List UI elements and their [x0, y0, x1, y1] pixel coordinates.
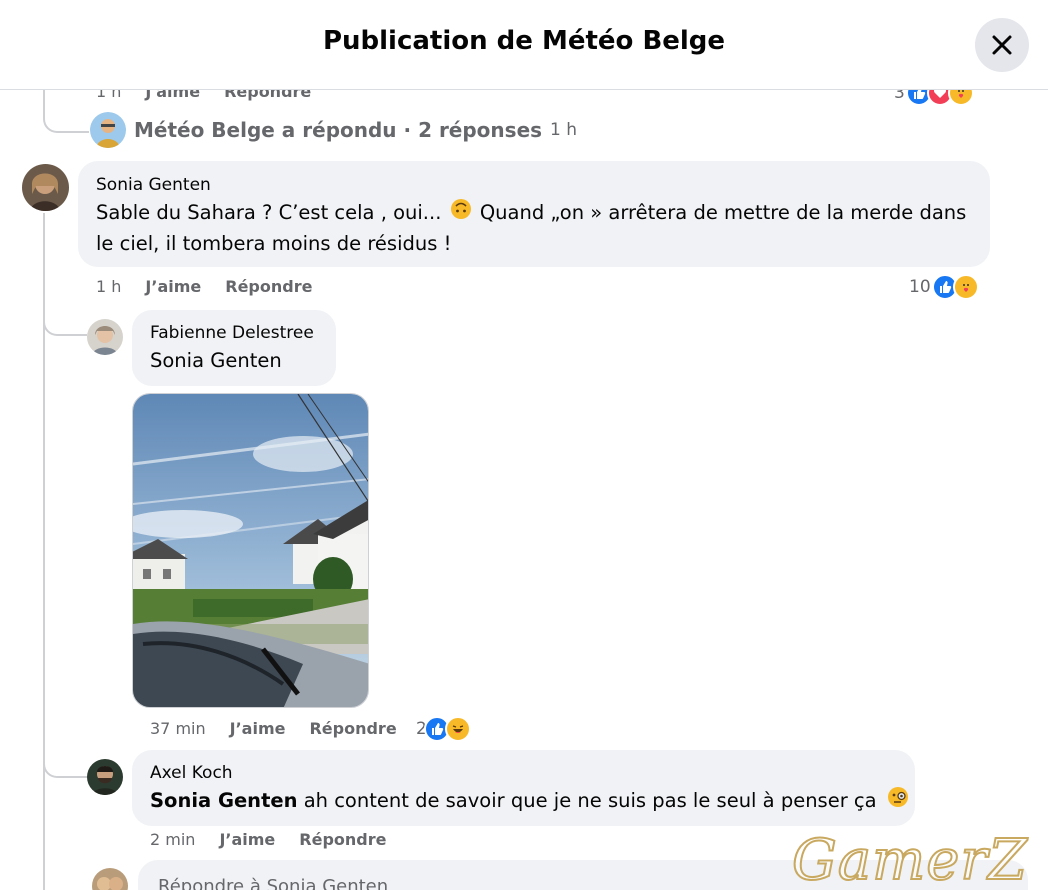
- comment-author[interactable]: Axel Koch: [150, 763, 233, 783]
- like-link[interactable]: J’aime: [145, 277, 201, 296]
- comment-bubble: Sonia Genten Sable du Sahara ? C’est cel…: [78, 161, 990, 267]
- comment-text: Sable du Sahara ? C’est cela , oui... Qu…: [96, 198, 976, 259]
- upside-down-face-emoji: [450, 198, 472, 229]
- view-replies-row[interactable]: Météo Belge a répondu · 2 réponses 1 h: [90, 112, 577, 148]
- watermark-logo: GamerZ: [791, 827, 1029, 890]
- replied-summary-text[interactable]: Météo Belge a répondu · 2 réponses: [134, 118, 542, 142]
- reply-link[interactable]: Répondre: [225, 277, 312, 296]
- reactions-summary[interactable]: 2: [416, 716, 471, 742]
- comment-bubble: Axel Koch Sonia Genten ah content de sav…: [132, 750, 915, 826]
- comment-bubble: Fabienne Delestree Sonia Genten: [132, 310, 336, 386]
- modal-title: Publication de Météo Belge: [322, 26, 726, 56]
- comments-scroll-area[interactable]: 1 h J'aime Répondre 3 Météo Belge a répo…: [0, 60, 1048, 890]
- comment-text: Sonia Genten ah content de savoir que je…: [150, 786, 909, 817]
- avatar[interactable]: [87, 319, 123, 355]
- replied-summary-time: 1 h: [550, 120, 578, 140]
- comment-meta-row: 2 min J’aime Répondre: [150, 830, 410, 849]
- comment-author[interactable]: Fabienne Delestree: [150, 323, 314, 343]
- comment-text-part: ah content de savoir que je ne suis pas …: [303, 789, 877, 812]
- haha-reaction-icon: [444, 716, 471, 742]
- avatar[interactable]: [87, 759, 123, 795]
- mention-link[interactable]: Sonia Genten: [150, 346, 282, 376]
- sky-street-photo: [133, 394, 368, 707]
- comment-text-part: Quand „on » arrêtera de mettre de la mer…: [479, 201, 967, 224]
- close-icon: [992, 35, 1012, 55]
- thread-connector: [43, 300, 87, 336]
- reaction-count: 10: [909, 277, 931, 297]
- comment-text-part: le ciel, il tombera moins de résidus !: [96, 232, 452, 255]
- monocle-face-emoji: [887, 786, 909, 817]
- thread-connector: [43, 720, 87, 778]
- avatar: [90, 112, 126, 148]
- mention-link[interactable]: Sonia Genten: [150, 789, 298, 812]
- comment-text-part: Sable du Sahara ? C’est cela , oui...: [96, 201, 442, 224]
- comment-meta-row: 37 min J’aime Répondre: [150, 719, 421, 738]
- like-link[interactable]: J’aime: [219, 830, 275, 849]
- comment-photo[interactable]: [132, 393, 369, 708]
- comment-time[interactable]: 37 min: [150, 719, 206, 738]
- modal-header: Publication de Météo Belge: [0, 0, 1048, 90]
- reply-link[interactable]: Répondre: [299, 830, 386, 849]
- care-reaction-icon: [952, 274, 979, 300]
- avatar: [92, 868, 128, 890]
- comment-time[interactable]: 1 h: [96, 277, 121, 296]
- comment-author[interactable]: Sonia Genten: [96, 175, 211, 195]
- thread-connector: [43, 90, 89, 133]
- comment-meta-row: 1 h J’aime Répondre: [96, 277, 336, 296]
- close-button[interactable]: [975, 18, 1029, 72]
- reply-link[interactable]: Répondre: [309, 719, 396, 738]
- comment-time[interactable]: 2 min: [150, 830, 195, 849]
- reply-placeholder: Répondre à Sonia Genten: [158, 876, 389, 890]
- avatar[interactable]: [22, 164, 69, 211]
- reactions-summary[interactable]: 10: [909, 274, 979, 300]
- like-link[interactable]: J’aime: [230, 719, 286, 738]
